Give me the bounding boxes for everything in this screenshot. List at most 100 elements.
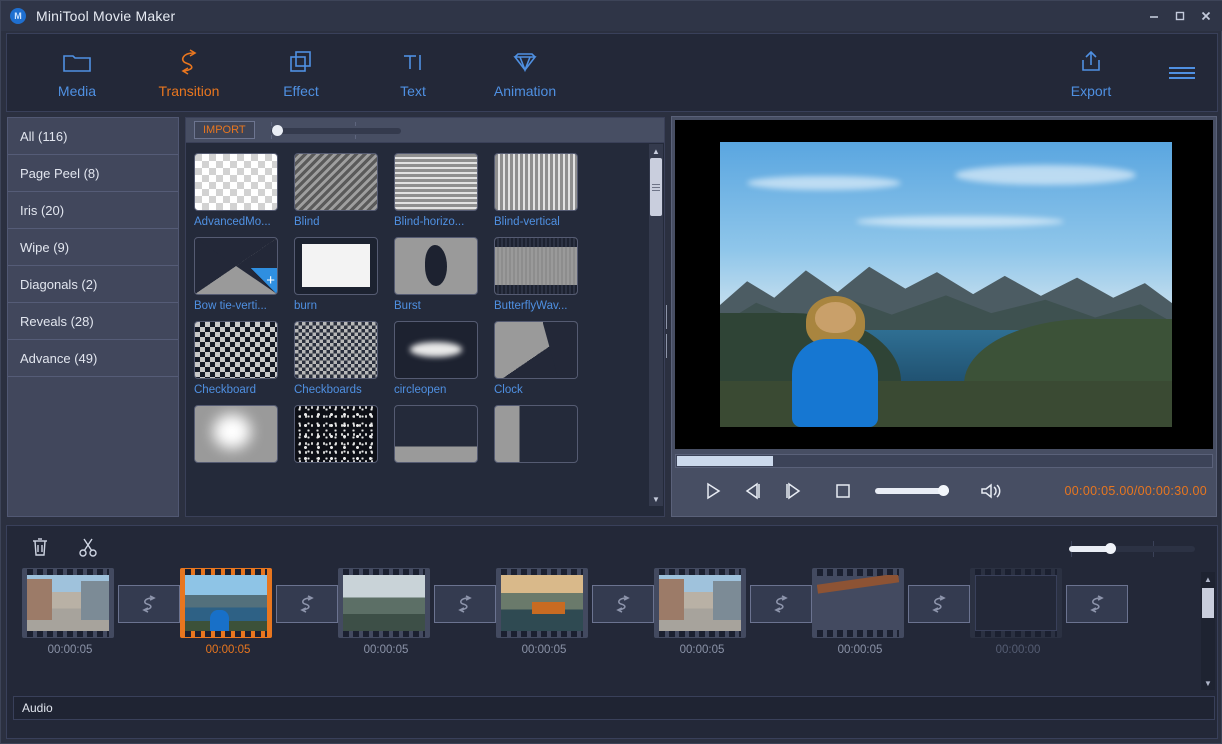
text-icon [399,47,427,77]
category-item-page-peel[interactable]: Page Peel (8) [8,155,178,192]
timeline-clip[interactable]: 00:00:00 [970,568,1066,656]
clip-thumbnail[interactable] [180,568,272,638]
clip-thumbnail[interactable] [812,568,904,638]
playback-progress-bar[interactable] [675,454,1213,468]
transition-name: Blind [294,216,394,228]
transition-item[interactable]: ButterflyWav... [494,237,594,312]
hamburger-menu-icon[interactable] [1147,34,1217,111]
transition-slot-icon[interactable] [434,585,496,623]
category-item-wipe[interactable]: Wipe (9) [8,229,178,266]
scissors-icon[interactable] [75,534,101,560]
transition-item[interactable]: Checkboard [194,321,294,396]
transition-slot-icon[interactable] [276,585,338,623]
category-item-iris[interactable]: Iris (20) [8,192,178,229]
tab-text[interactable]: Text [357,34,469,111]
timeline-scroll-down-icon[interactable]: ▼ [1201,676,1215,690]
timeline-clip[interactable]: 00:00:05 [22,568,118,656]
main-toolbar: Media Transition Effect Text Animation [6,33,1218,112]
transition-name: Checkboard [194,384,294,396]
timeline-vertical-scrollbar[interactable]: ▲ ▼ [1201,572,1215,690]
volume-slider[interactable] [875,481,949,501]
transition-name: Burst [394,300,494,312]
transition-thumbnail [394,321,478,379]
transition-item[interactable]: Burst [394,237,494,312]
transition-item[interactable] [294,405,394,468]
transition-slot-icon[interactable] [750,585,812,623]
scrollbar-thumb[interactable] [650,158,662,216]
scroll-up-icon[interactable]: ▲ [649,144,663,158]
video-display[interactable] [675,120,1213,449]
play-button[interactable] [693,473,733,509]
category-label: Page Peel (8) [20,166,100,181]
transition-slot-icon[interactable] [1066,585,1128,623]
timeline-clip[interactable]: 00:00:05 [180,568,276,656]
transition-thumbnail [394,153,478,211]
category-item-advance[interactable]: Advance (49) [8,340,178,377]
transition-name: burn [294,300,394,312]
tab-animation[interactable]: Animation [469,34,581,111]
transition-item[interactable]: +Bow tie-verti... [194,237,294,312]
transition-name: AdvancedMo... [194,216,294,228]
transition-item[interactable]: circleopen [394,321,494,396]
transition-name: ButterflyWav... [494,300,594,312]
tab-media[interactable]: Media [21,34,133,111]
import-button[interactable]: IMPORT [194,121,255,139]
tab-transition[interactable]: Transition [133,34,245,111]
scroll-down-icon[interactable]: ▼ [649,492,663,506]
category-item-reveals[interactable]: Reveals (28) [8,303,178,340]
transition-item[interactable] [394,405,494,468]
transition-thumbnail [494,237,578,295]
tab-effect[interactable]: Effect [245,34,357,111]
transition-item[interactable] [194,405,294,468]
vertical-splitter-handle[interactable] [666,305,670,329]
transition-item[interactable]: Blind [294,153,394,228]
timeline-clip[interactable]: 00:00:05 [654,568,750,656]
volume-knob[interactable] [938,485,949,496]
category-label: Diagonals (2) [20,277,97,292]
clip-thumbnail[interactable] [654,568,746,638]
add-transition-icon[interactable]: + [251,268,277,294]
next-frame-button[interactable] [773,473,813,509]
library-zoom-knob[interactable] [272,125,283,136]
timeline-scroll-up-icon[interactable]: ▲ [1201,572,1215,586]
clip-duration: 00:00:05 [496,644,592,656]
clip-thumbnail[interactable] [970,568,1062,638]
category-item-diagonals[interactable]: Diagonals (2) [8,266,178,303]
transition-grid-scroll: AdvancedMo...BlindBlind-horizo...Blind-v… [186,143,664,507]
transition-slot-icon[interactable] [118,585,180,623]
previous-frame-button[interactable] [733,473,773,509]
library-vertical-scrollbar[interactable]: ▲ ▼ [649,144,663,506]
timeline-scrollbar-thumb[interactable] [1202,588,1214,618]
clip-duration: 00:00:05 [654,644,750,656]
minimize-button[interactable] [1141,1,1167,31]
export-button[interactable]: Export [1035,34,1147,111]
timeline-clip[interactable]: 00:00:05 [496,568,592,656]
timeline-zoom-slider[interactable] [1045,540,1195,558]
transition-thumbnail [194,405,278,463]
transition-slot-icon[interactable] [908,585,970,623]
tab-effect-label: Effect [283,83,319,99]
transition-item[interactable]: AdvancedMo... [194,153,294,228]
library-zoom-slider[interactable] [271,120,401,140]
transition-item[interactable]: Blind-horizo... [394,153,494,228]
transition-item[interactable] [494,405,594,468]
category-item-all[interactable]: All (116) [8,118,178,155]
timeline-zoom-knob[interactable] [1105,543,1116,554]
close-button[interactable] [1193,1,1219,31]
transition-item[interactable]: burn [294,237,394,312]
tab-animation-label: Animation [494,83,556,99]
clip-thumbnail[interactable] [338,568,430,638]
trash-icon[interactable] [27,534,53,560]
maximize-button[interactable] [1167,1,1193,31]
transition-item[interactable]: Clock [494,321,594,396]
audio-track[interactable]: Audio [13,696,1215,720]
timeline-clip[interactable]: 00:00:05 [812,568,908,656]
transition-slot-icon[interactable] [592,585,654,623]
stop-button[interactable] [823,473,863,509]
timeline-clip[interactable]: 00:00:05 [338,568,434,656]
transition-item[interactable]: Blind-vertical [494,153,594,228]
speaker-icon[interactable] [971,473,1011,509]
transition-item[interactable]: Checkboards [294,321,394,396]
clip-thumbnail[interactable] [496,568,588,638]
clip-thumbnail[interactable] [22,568,114,638]
